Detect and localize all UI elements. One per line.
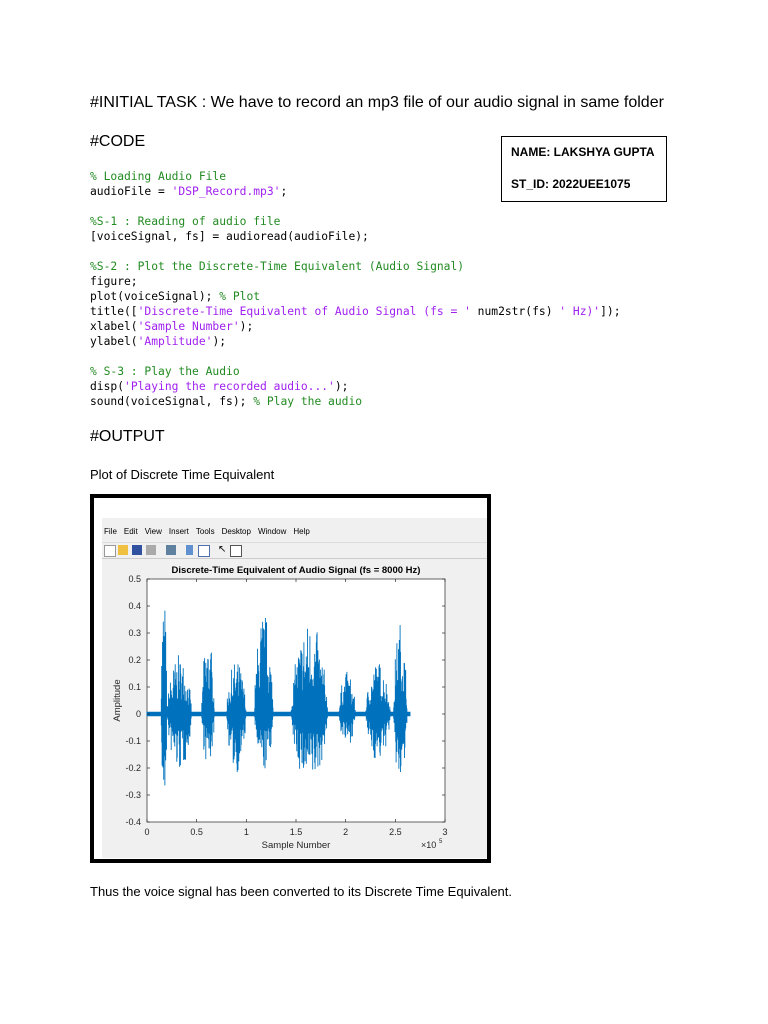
y-tick-label: -0.2 [125,763,141,773]
open-folder-icon[interactable] [118,545,128,555]
code-text: audioFile = [90,185,172,198]
plot-caption: Plot of Discrete Time Equivalent [90,467,275,482]
code-text: ylabel( [90,335,138,348]
menu-help[interactable]: Help [293,527,309,536]
y-tick-label: -0.3 [125,790,141,800]
code-text: ]); [600,305,621,318]
y-tick-label: 0.2 [128,655,141,665]
matlab-figure: File Edit View Insert Tools Desktop Wind… [90,494,491,863]
x-tick-label: 0.5 [190,827,203,837]
code-text: ; [280,185,288,198]
code-string: 'Playing the recorded audio...' [124,380,335,393]
code-string: ' Hz)' [559,305,601,318]
waveform-chart: 0 0.5 1 1.5 2 2.5 3 0.5 0.4 0.3 0.2 0.1 0 -0.1 -0.2 -0.… [112,565,448,851]
code-text: xlabel( [90,320,138,333]
x-tick-label: 2.5 [389,827,402,837]
code-heading: #CODE [90,133,146,150]
chart-title: Discrete-Time Equivalent of Audio Signal… [172,565,421,576]
conclusion-text: Thus the voice signal has been converted… [90,884,512,899]
y-tick-label: 0.1 [128,682,141,692]
pointer-icon[interactable]: ↖ [218,545,228,555]
code-string: 'DSP_Record.mp3' [171,185,281,198]
x-tick-label: 2 [343,827,348,837]
x-tick-label: 0 [144,827,149,837]
code-string: 'Discrete-Time Equivalent of Audio Signa… [137,305,471,318]
code-text: ); [334,380,349,393]
y-tick-label: -0.1 [125,736,141,746]
y-tick-label: 0.3 [128,628,141,638]
code-comment: %S-2 : Plot the Discrete-Time Equivalent… [90,260,465,273]
code-text: title([ [90,305,138,318]
y-tick-label: 0.5 [128,574,141,584]
figure-window: File Edit View Insert Tools Desktop Wind… [102,518,487,858]
y-tick-label: -0.4 [125,817,141,827]
code-block: % Loading Audio File audioFile = 'DSP_Re… [90,169,621,409]
code-text: sound(voiceSignal, fs); [90,395,254,408]
x-tick-label: 3 [442,827,447,837]
code-text: ); [212,335,227,348]
new-file-icon[interactable] [104,545,116,557]
print-icon[interactable] [146,545,156,555]
y-tick-label: 0.4 [128,601,141,611]
code-text: ); [239,320,254,333]
code-text: num2str(fs) [470,305,560,318]
code-comment: % S-3 : Play the Audio [90,365,240,378]
code-string: 'Amplitude' [137,335,213,348]
y-tick-label: 0 [136,709,141,719]
menu-desktop[interactable]: Desktop [222,527,251,536]
y-axis-label: Amplitude [112,679,123,721]
x-tick-label: 1.5 [290,827,303,837]
x-axis-label: Sample Number [262,840,331,851]
menu-view[interactable]: View [145,527,162,536]
property-editor-icon[interactable] [230,545,242,557]
code-text: figure; [90,275,138,288]
student-name: NAME: LAKSHYA GUPTA [511,145,655,159]
document-page: #INITIAL TASK : We have to record an mp3… [0,0,768,1024]
menu-edit[interactable]: Edit [124,527,138,536]
toolbar: ↖ [102,542,487,559]
code-comment: % Plot [219,290,261,303]
legend-icon[interactable] [198,545,210,557]
menu-bar: File Edit View Insert Tools Desktop Wind… [104,527,310,536]
x-exponent: 5 [439,839,443,845]
menu-insert[interactable]: Insert [169,527,189,536]
menu-tools[interactable]: Tools [196,527,215,536]
colorbar-icon[interactable] [186,545,193,555]
code-comment: %S-1 : Reading of audio file [90,215,281,228]
code-text: plot(voiceSignal); [90,290,220,303]
x-exponent-base: ×10 [421,840,436,850]
task-heading: #INITIAL TASK : We have to record an mp3… [90,94,664,111]
menu-file[interactable]: File [104,527,117,536]
output-heading: #OUTPUT [90,428,165,445]
save-icon[interactable] [132,545,142,555]
code-comment: % Loading Audio File [90,170,227,183]
code-comment: % Play the audio [253,395,363,408]
code-text: [voiceSignal, fs] = audioread(audioFile)… [90,230,369,243]
x-tick-label: 1 [244,827,249,837]
code-string: 'Sample Number' [137,320,240,333]
link-figure-icon[interactable] [166,545,176,555]
menu-window[interactable]: Window [258,527,286,536]
code-text: disp( [90,380,125,393]
